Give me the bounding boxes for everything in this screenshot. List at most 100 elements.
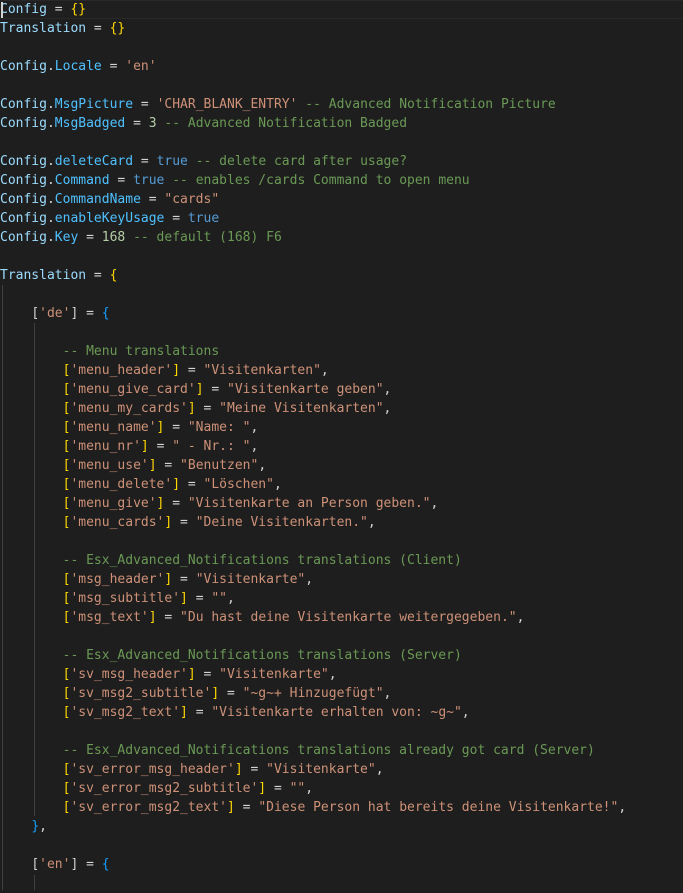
code-line[interactable]: -- Esx_Advanced_Notifications translatio…: [0, 646, 683, 665]
code-line[interactable]: ['menu_use'] = "Benutzen",: [0, 456, 683, 475]
code-line-text: ['msg_header'] = "Visitenkarte",: [0, 570, 313, 589]
code-line[interactable]: ['msg_text'] = "Du hast deine Visitenkar…: [0, 608, 683, 627]
code-token: Config: [0, 230, 47, 245]
code-token: "": [289, 781, 306, 796]
code-line[interactable]: Config = {}: [0, 0, 683, 19]
code-line[interactable]: Translation = {: [0, 266, 683, 285]
code-line-text: Config.Locale = 'en': [0, 57, 157, 76]
code-token: "Meine Visitenkarten": [219, 401, 384, 416]
code-line[interactable]: Config.MsgBadged = 3 -- Advanced Notific…: [0, 114, 683, 133]
code-line[interactable]: ['menu_nr'] = " - Nr.: ",: [0, 437, 683, 456]
code-line[interactable]: Config.Command = true -- enables /cards …: [0, 171, 683, 190]
code-token: =: [195, 591, 204, 606]
code-line[interactable]: [0, 722, 683, 741]
code-line[interactable]: ['sv_msg2_subtitle'] = "~g~+ Hinzugefügt…: [0, 684, 683, 703]
code-line[interactable]: [0, 38, 683, 57]
code-line[interactable]: ['msg_header'] = "Visitenkarte",: [0, 570, 683, 589]
code-line[interactable]: ['en'] = {: [0, 855, 683, 874]
code-token: 'menu_nr': [70, 439, 141, 454]
code-line-text: Config.enableKeyUsage = true: [0, 209, 219, 228]
code-line[interactable]: ['sv_error_msg2_subtitle'] = "",: [0, 779, 683, 798]
code-token: "": [211, 591, 227, 606]
code-token: ,: [328, 667, 337, 682]
code-token: "Benutzen": [180, 458, 259, 473]
code-line[interactable]: Config.MsgPicture = 'CHAR_BLANK_ENTRY' -…: [0, 95, 683, 114]
code-line-text: ['msg_subtitle'] = "",: [0, 589, 235, 608]
code-line[interactable]: ['menu_give'] = "Visitenkarte an Person …: [0, 494, 683, 513]
code-token: ,: [367, 515, 376, 530]
code-line[interactable]: Config.deleteCard = true -- delete card …: [0, 152, 683, 171]
code-line[interactable]: -- Menu translations: [0, 342, 683, 361]
code-line-text: Config.MsgBadged = 3 -- Advanced Notific…: [0, 114, 407, 133]
code-line[interactable]: ['menu_my_cards'] = "Meine Visitenkarten…: [0, 399, 683, 418]
code-line[interactable]: Config.CommandName = "cards": [0, 190, 683, 209]
code-line-text: Config.Command = true -- enables /cards …: [0, 171, 470, 190]
code-token: ,: [430, 496, 439, 511]
code-line[interactable]: [0, 247, 683, 266]
code-token: ]: [187, 667, 196, 682]
code-line[interactable]: ['menu_header'] = "Visitenkarten",: [0, 361, 683, 380]
code-line[interactable]: Config.enableKeyUsage = true: [0, 209, 683, 228]
code-line[interactable]: ['menu_cards'] = "Deine Visitenkarten.",: [0, 513, 683, 532]
code-token: 'menu_delete': [70, 477, 173, 492]
code-token: deleteCard: [54, 154, 134, 169]
code-editor[interactable]: Config = {} Translation = {} Config.Local…: [0, 0, 683, 890]
code-line[interactable]: Translation = {}: [0, 19, 683, 38]
code-line[interactable]: -- Esx_Advanced_Notifications translatio…: [0, 551, 683, 570]
code-line[interactable]: [0, 285, 683, 304]
code-line[interactable]: [0, 133, 683, 152]
code-token: =: [54, 2, 63, 17]
code-token: Config: [0, 192, 47, 207]
code-token: ,: [273, 477, 282, 492]
code-token: "Du hast deine Visitenkarte weitergegebe…: [180, 610, 517, 625]
code-line[interactable]: ['de'] = {: [0, 304, 683, 323]
code-line[interactable]: [0, 836, 683, 855]
code-token: -- Advanced Notification Picture: [305, 97, 556, 112]
code-line[interactable]: ['sv_error_msg2_text'] = "Diese Person h…: [0, 798, 683, 817]
code-line[interactable]: [0, 874, 683, 893]
code-line[interactable]: ['sv_error_msg_header'] = "Visitenkarte"…: [0, 760, 683, 779]
code-line[interactable]: ['msg_subtitle'] = "",: [0, 589, 683, 608]
code-token: -- Esx_Advanced_Notifications translatio…: [62, 553, 462, 568]
code-line[interactable]: -- Esx_Advanced_Notifications translatio…: [0, 741, 683, 760]
code-token: ]: [234, 762, 243, 777]
code-line[interactable]: [0, 532, 683, 551]
code-line[interactable]: ['menu_delete'] = "Löschen",: [0, 475, 683, 494]
code-token: =: [273, 781, 282, 796]
code-token: .: [46, 154, 55, 169]
code-line[interactable]: [0, 627, 683, 646]
code-line[interactable]: ['menu_name'] = "Name: ",: [0, 418, 683, 437]
code-token: 'en': [39, 857, 71, 872]
code-line[interactable]: ['menu_give_card'] = "Visitenkarte geben…: [0, 380, 683, 399]
code-token: =: [180, 515, 188, 530]
code-token: "Visitenkarte erhalten von: ~g~": [211, 705, 462, 720]
code-token: -- Advanced Notification Badged: [164, 116, 408, 131]
code-token: =: [227, 686, 235, 701]
code-token: ]: [140, 439, 149, 454]
code-line[interactable]: [0, 323, 683, 342]
code-token: Command: [54, 173, 110, 188]
code-line[interactable]: Config.Locale = 'en': [0, 57, 683, 76]
code-line[interactable]: },: [0, 817, 683, 836]
code-line[interactable]: [0, 76, 683, 95]
code-line[interactable]: ['sv_msg_header'] = "Visitenkarte",: [0, 665, 683, 684]
code-line[interactable]: Config.Key = 168 -- default (168) F6: [0, 228, 683, 247]
code-line[interactable]: ['sv_msg2_text'] = "Visitenkarte erhalte…: [0, 703, 683, 722]
